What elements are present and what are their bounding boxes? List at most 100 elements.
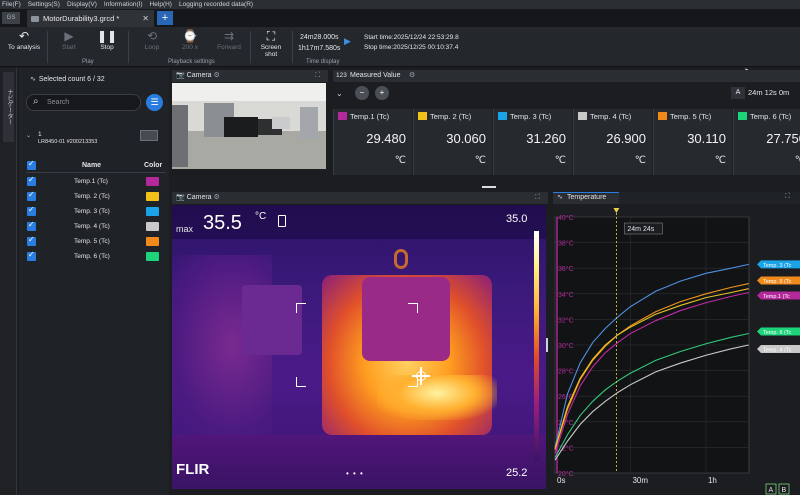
search-field[interactable]: ⌕ Search (26, 94, 141, 111)
channel-row[interactable]: Temp. 6 (Tc) (26, 250, 182, 264)
y-tick-label: 28°C (558, 368, 574, 376)
x-tick-label: 30m (632, 476, 648, 485)
footer-b-label: B (782, 487, 787, 494)
elapsed-time: 24m28.000s (300, 34, 339, 41)
series-tag-label: Temp. 6 (Tc (763, 330, 792, 336)
screenshot-button[interactable]: ⛶ Screen shot (257, 30, 285, 58)
measured-cell[interactable]: Temp. 5 (Tc) 30.110 ℃ (653, 109, 732, 175)
focus-corner-tl (296, 303, 306, 313)
footer-a-label: A (769, 487, 774, 494)
navigator-tab[interactable]: ナビゲーター (3, 72, 14, 142)
thermal-maximize-icon[interactable]: ⛶ (535, 194, 540, 202)
time-play-icon[interactable]: ▶ (344, 36, 351, 47)
channel-row[interactable]: Temp. 3 (Tc) (26, 205, 182, 219)
select-all-checkbox[interactable] (27, 159, 36, 170)
channel-color-swatch[interactable] (146, 207, 159, 216)
thermal-title: Camera (186, 194, 212, 201)
stop-button[interactable]: ❚❚ Stop (94, 30, 120, 51)
splitter-handle[interactable] (482, 186, 496, 188)
filter-button[interactable]: ☰ (146, 94, 163, 111)
channel-color-swatch[interactable] (146, 177, 159, 186)
menu-information[interactable]: Information(I) (104, 0, 143, 9)
camera-settings-icon[interactable]: ⚙ (214, 72, 220, 79)
zoom-out-icon[interactable]: − (355, 86, 369, 100)
speed-button[interactable]: ⌚ 200 x (175, 30, 205, 51)
device-expand-icon[interactable]: ⌄ (26, 132, 31, 139)
start-button[interactable]: ▶ Start (56, 30, 82, 51)
menu-display[interactable]: Display(V) (67, 0, 97, 9)
measured-cell[interactable]: Temp. 3 (Tc) 31.260 ℃ (493, 109, 572, 175)
channel-color-swatch[interactable] (146, 222, 159, 231)
menu-help[interactable]: Help(H) (150, 0, 172, 9)
vertical-splitter[interactable] (546, 338, 548, 352)
measured-cell[interactable]: Temp. 4 (Tc) 26.900 ℃ (573, 109, 652, 175)
thermal-view[interactable]: max 35.5 °C 35.0 25.2 FLIR • • • (172, 205, 546, 489)
toolbar: ↶ To analysis ▶ Start ❚❚ Stop Play ⟲ Loo… (0, 27, 800, 76)
group-playback-label: Playback settings (168, 59, 215, 65)
zoom-in-icon[interactable]: + (375, 86, 389, 100)
position-time: 1h17m7.580s (298, 45, 341, 52)
measured-value: 26.900 (606, 131, 646, 146)
stop-time: Stop time:2025/12/25 00:10:37.4 (364, 44, 459, 51)
channel-row[interactable]: Temp.1 (Tc) (26, 175, 182, 189)
menu-file[interactable]: File(F) (2, 0, 21, 9)
measured-swatch (738, 112, 747, 120)
camera-top-view[interactable] (172, 83, 326, 169)
menu-bar: File(F) Settings(S) Display(V) Informati… (0, 0, 800, 9)
chart-title: Temperature (567, 194, 607, 201)
new-tab-button[interactable]: + (157, 11, 173, 25)
measured-cell[interactable]: Temp. 2 (Tc) 30.060 ℃ (413, 109, 492, 175)
channel-color-swatch[interactable] (146, 252, 159, 261)
channel-row[interactable]: Temp. 2 (Tc) (26, 190, 182, 204)
cursor-time-label: 24m 24s (627, 226, 654, 233)
thermal-header: 📷 Camera ⚙ ⛶ (172, 192, 548, 204)
to-analysis-button[interactable]: ↶ To analysis (6, 30, 42, 51)
channel-checkbox[interactable] (27, 190, 36, 201)
file-tab[interactable]: MotorDurability3.grcd * ✕ (27, 10, 154, 27)
forward-button[interactable]: ⇉ Forward (213, 30, 245, 51)
measured-swatch (578, 112, 587, 120)
channel-row[interactable]: Temp. 5 (Tc) (26, 235, 182, 249)
measured-collapse-icon[interactable]: ⌄ (336, 89, 343, 98)
camera-top-maximize-icon[interactable]: ⛶ (315, 72, 320, 80)
measured-label: Temp.1 (Tc) (338, 112, 389, 121)
chart-maximize-icon[interactable]: ⛶ (785, 193, 790, 201)
menu-logging[interactable]: Logging recorded data(R) (179, 0, 253, 9)
close-tab-icon[interactable]: ✕ (142, 14, 149, 23)
speed-icon: ⌚ (182, 29, 198, 43)
measured-label: Temp. 6 (Tc) (738, 112, 791, 121)
measured-cell[interactable]: Temp.1 (Tc) 29.480 ℃ (333, 109, 412, 175)
channel-row[interactable]: Temp. 4 (Tc) (26, 220, 182, 234)
thermal-settings-icon[interactable]: ⚙ (214, 194, 220, 201)
cursor-a-time: 24m 12s 0m (748, 88, 790, 97)
y-tick-label: 34°C (558, 291, 574, 299)
channel-checkbox[interactable] (27, 235, 36, 246)
tab-bar: GS MotorDurability3.grcd * ✕ + (0, 9, 800, 27)
channel-color-swatch[interactable] (146, 237, 159, 246)
y-tick-label: 40°C (558, 214, 574, 222)
app-icon[interactable]: GS (2, 12, 20, 24)
camera-top-title: Camera (186, 72, 212, 79)
channel-checkbox[interactable] (27, 175, 36, 186)
loop-button[interactable]: ⟲ Loop (139, 30, 165, 51)
measured-settings-icon[interactable]: ⚙ (409, 71, 415, 79)
thermal-max-label: max (176, 224, 194, 234)
measured-cell[interactable]: Temp. 6 (Tc) 27.750 ℃ (733, 109, 800, 175)
column-name-header: Name (82, 162, 102, 169)
channel-color-swatch[interactable] (146, 192, 159, 201)
temperature-chart[interactable]: 40°C38°C36°C34°C32°C30°C28°C26°C24°C22°C… (553, 205, 800, 495)
channel-checkbox[interactable] (27, 220, 36, 231)
measured-header: 123 Measured Value ⚙ (333, 70, 800, 82)
menu-settings[interactable]: Settings(S) (28, 0, 60, 9)
channel-checkbox[interactable] (27, 250, 36, 261)
search-input[interactable]: Search (47, 99, 69, 106)
x-tick-label: 1h (708, 476, 717, 485)
x-tick-label: 0s (557, 476, 565, 485)
loop-icon: ⟲ (146, 29, 158, 43)
thermal-more-icon[interactable]: • • • (346, 469, 364, 478)
series-tag-label: Temp. 5 (Tc (763, 279, 792, 285)
waveform-icon: ∿ (30, 76, 36, 83)
channel-checkbox[interactable] (27, 205, 36, 216)
channel-name: Temp. 3 (Tc) (74, 208, 110, 215)
measured-unit: ℃ (394, 155, 406, 166)
